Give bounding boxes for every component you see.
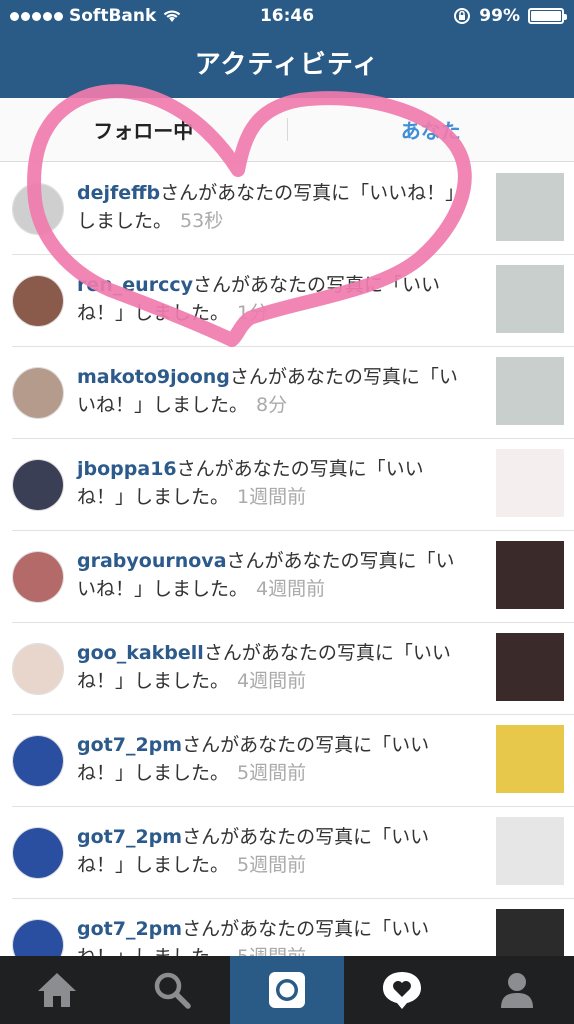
bottom-tab-bar xyxy=(0,956,574,1024)
activity-time: 1週間前 xyxy=(237,486,307,508)
tabbar-search[interactable] xyxy=(115,956,230,1024)
activity-text: jboppa16さんがあなたの写真に「いいね！」しました。 1週間前 xyxy=(77,455,471,511)
username-link[interactable]: makoto9joong xyxy=(77,366,230,388)
activity-time: 5週間前 xyxy=(237,946,306,956)
tabbar-home[interactable] xyxy=(0,956,115,1024)
avatar-image xyxy=(13,276,63,326)
activity-row[interactable]: got7_2pmさんがあなたの写真に「いいね！」しました。5週間前 xyxy=(12,807,574,899)
tabbar-profile[interactable] xyxy=(459,956,574,1024)
user-avatar[interactable] xyxy=(12,827,64,879)
activity-row[interactable]: ren_eurccyさんがあなたの写真に「いいね！」しました。 1分 xyxy=(12,255,574,347)
photo-thumbnail[interactable] xyxy=(496,633,564,701)
photo-thumbnail[interactable] xyxy=(496,449,564,517)
photo-thumbnail[interactable] xyxy=(496,541,564,609)
nav-header: SoftBank 16:46 99% アクティビティ xyxy=(0,0,574,98)
activity-text: dejfeffbさんがあなたの写真に「いいね！」しました。 53秒 xyxy=(77,179,471,235)
username-link[interactable]: got7_2pm xyxy=(77,734,182,756)
activity-time: 53秒 xyxy=(180,210,224,232)
orientation-lock-icon xyxy=(454,8,471,24)
activity-time: 4週間前 xyxy=(237,670,307,692)
battery-percent: 99% xyxy=(479,6,520,26)
activity-time: 8分 xyxy=(256,394,288,416)
photo-thumbnail[interactable] xyxy=(496,357,564,425)
activity-row[interactable]: grabyournovaさんがあなたの写真に「いいね！」しました。 4週間前 xyxy=(12,531,574,623)
search-icon xyxy=(154,972,191,1009)
activity-list[interactable]: dejfeffbさんがあなたの写真に「いいね！」しました。 53秒 ren_eurc… xyxy=(0,163,574,956)
activity-row[interactable]: jboppa16さんがあなたの写真に「いいね！」しました。 1週間前 xyxy=(12,439,574,531)
photo-thumbnail[interactable] xyxy=(496,909,564,956)
user-avatar[interactable] xyxy=(12,551,64,603)
tab-you[interactable]: あなた xyxy=(288,98,574,161)
username-link[interactable]: got7_2pm xyxy=(77,826,182,848)
activity-text: got7_2pmさんがあなたの写真に「いいね！」しました。5週間前 xyxy=(77,915,471,956)
avatar-image xyxy=(13,920,63,956)
username-link[interactable]: got7_2pm xyxy=(77,918,182,940)
activity-row[interactable]: makoto9joongさんがあなたの写真に「いいね！」しました。 8分 xyxy=(12,347,574,439)
activity-text: goo_kakbellさんがあなたの写真に「いいね！」しました。 4週間前 xyxy=(77,639,471,695)
user-avatar[interactable] xyxy=(12,919,64,956)
tab-following[interactable]: フォロー中 xyxy=(0,98,287,161)
home-icon xyxy=(38,973,77,1007)
username-link[interactable]: grabyournova xyxy=(77,550,227,572)
activity-text: ren_eurccyさんがあなたの写真に「いいね！」しました。 1分 xyxy=(77,271,471,327)
activity-row[interactable]: got7_2pmさんがあなたの写真に「いいね！」しました。5週間前 xyxy=(12,899,574,956)
photo-thumbnail[interactable] xyxy=(496,725,564,793)
status-bar: SoftBank 16:46 99% xyxy=(0,0,574,34)
avatar-image xyxy=(13,368,63,418)
activity-time: 5週間前 xyxy=(237,762,307,784)
user-avatar[interactable] xyxy=(12,275,64,327)
tabbar-camera[interactable] xyxy=(229,956,345,1024)
activity-row[interactable]: goo_kakbellさんがあなたの写真に「いいね！」しました。 4週間前 xyxy=(12,623,574,715)
activity-text: grabyournovaさんがあなたの写真に「いいね！」しました。 4週間前 xyxy=(77,547,471,603)
activity-time: 1分 xyxy=(237,302,269,324)
user-avatar[interactable] xyxy=(12,183,64,235)
avatar-image xyxy=(13,828,63,878)
avatar-image xyxy=(13,460,63,510)
avatar-image xyxy=(13,644,63,694)
avatar-image xyxy=(13,184,63,234)
status-right: 99% xyxy=(453,6,567,26)
tabbar-activity[interactable] xyxy=(344,956,459,1024)
activity-text: makoto9joongさんがあなたの写真に「いいね！」しました。 8分 xyxy=(77,363,471,419)
user-avatar[interactable] xyxy=(12,643,64,695)
username-link[interactable]: dejfeffb xyxy=(77,182,160,204)
user-avatar[interactable] xyxy=(12,367,64,419)
user-avatar[interactable] xyxy=(12,459,64,511)
avatar-image xyxy=(13,736,63,786)
activity-tabs: フォロー中 あなた xyxy=(0,98,574,162)
battery-level xyxy=(531,11,561,21)
activity-row[interactable]: got7_2pmさんがあなたの写真に「いいね！」しました。5週間前 xyxy=(12,715,574,807)
activity-time: 5週間前 xyxy=(237,854,307,876)
avatar-image xyxy=(13,552,63,602)
activity-text: got7_2pmさんがあなたの写真に「いいね！」しました。5週間前 xyxy=(77,731,471,787)
photo-thumbnail[interactable] xyxy=(496,173,564,241)
photo-thumbnail[interactable] xyxy=(496,265,564,333)
profile-icon xyxy=(500,973,533,1008)
page-title: アクティビティ xyxy=(194,50,380,80)
activity-row[interactable]: dejfeffbさんがあなたの写真に「いいね！」しました。 53秒 xyxy=(12,163,574,255)
camera-icon xyxy=(268,972,305,1008)
username-link[interactable]: goo_kakbell xyxy=(77,642,204,664)
user-avatar[interactable] xyxy=(12,735,64,787)
activity-icon xyxy=(382,972,421,1009)
activity-text: got7_2pmさんがあなたの写真に「いいね！」しました。5週間前 xyxy=(77,823,471,879)
activity-time: 4週間前 xyxy=(256,578,326,600)
battery-icon xyxy=(528,8,567,24)
photo-thumbnail[interactable] xyxy=(496,817,564,885)
username-link[interactable]: ren_eurccy xyxy=(77,274,193,296)
username-link[interactable]: jboppa16 xyxy=(77,458,177,480)
